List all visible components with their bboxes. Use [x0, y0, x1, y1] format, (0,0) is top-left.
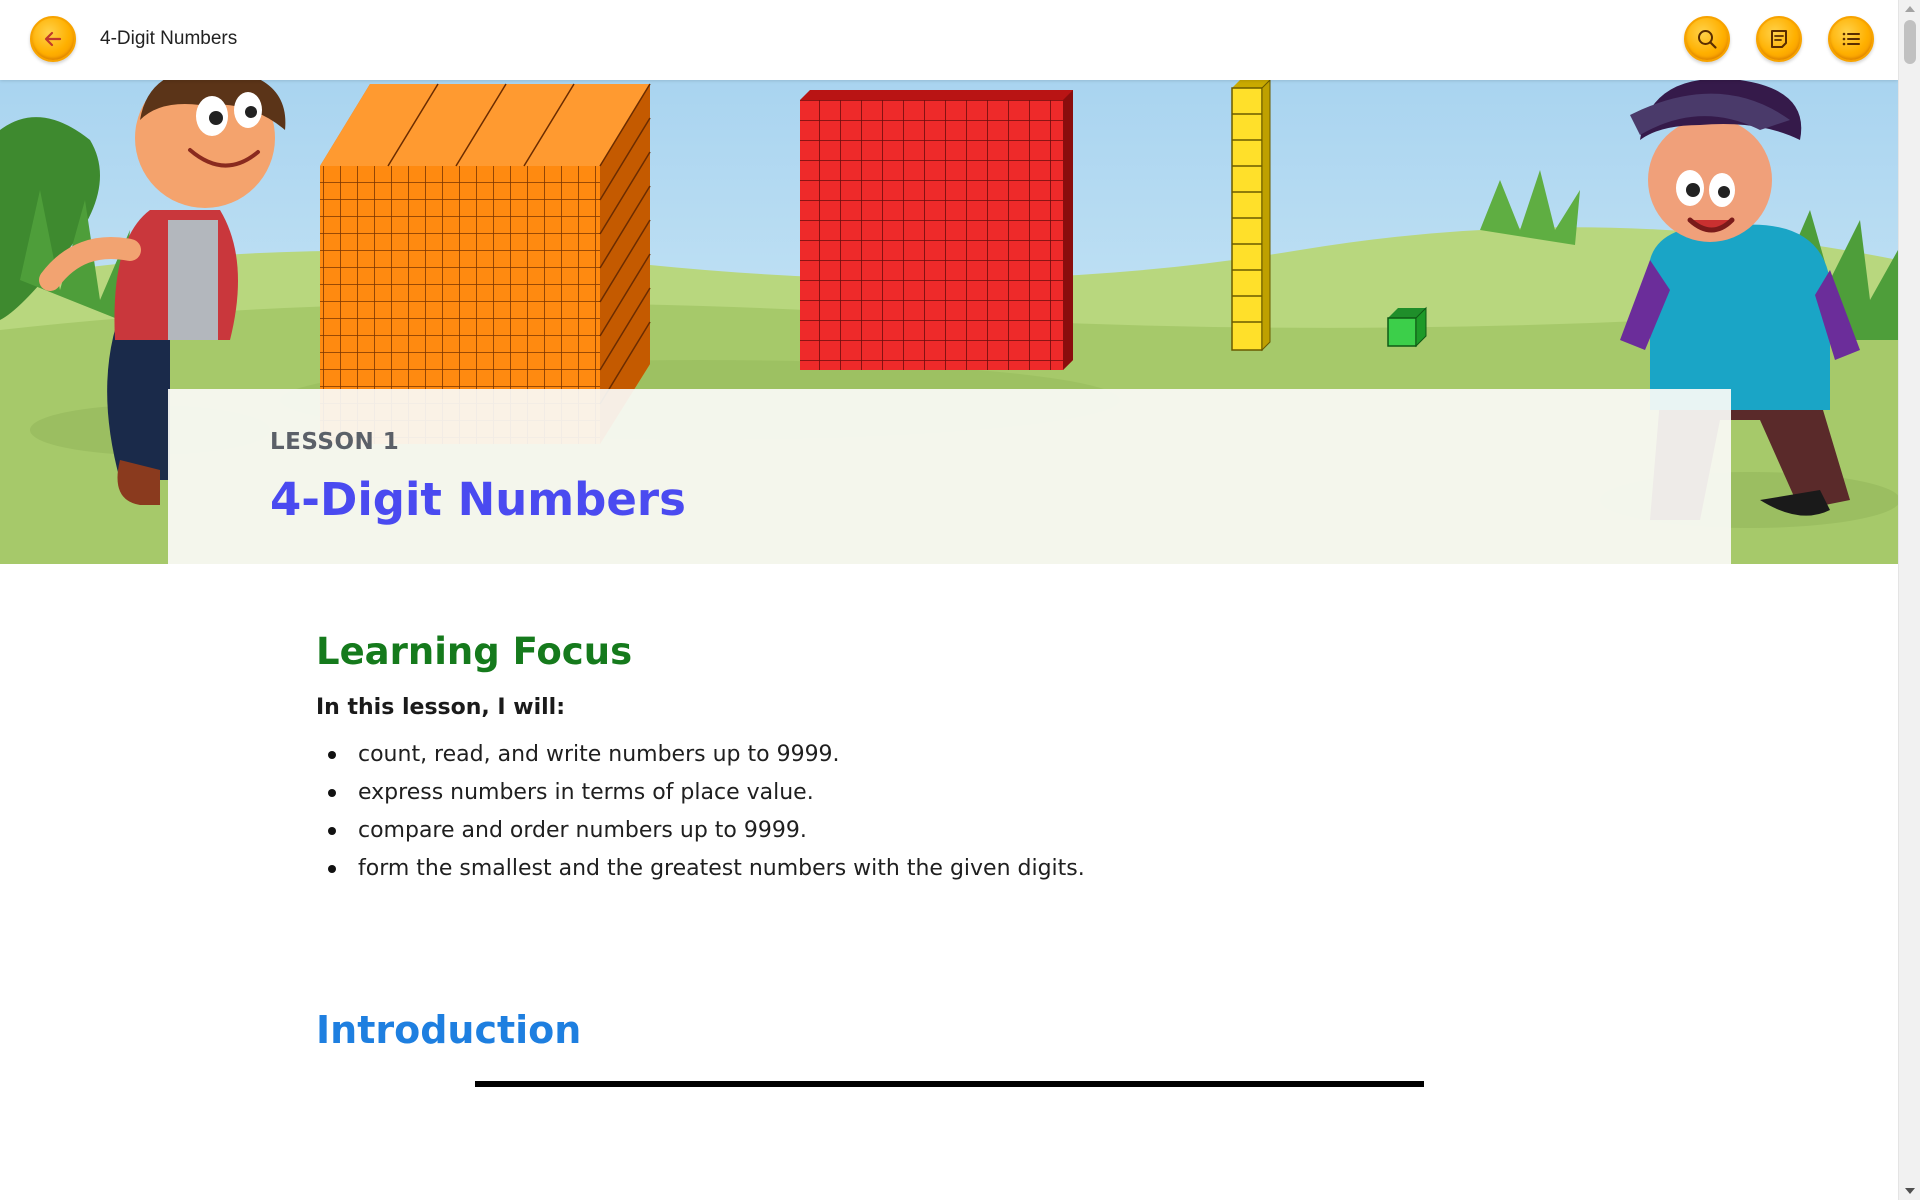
section-divider	[475, 1081, 1424, 1087]
lesson-title: 4-Digit Numbers	[270, 473, 686, 526]
scroll-thumb[interactable]	[1904, 20, 1916, 64]
learning-focus-list: count, read, and write numbers up to 999…	[316, 736, 1616, 888]
introduction-heading: Introduction	[316, 1008, 582, 1052]
search-icon	[1698, 30, 1717, 49]
notes-button[interactable]	[1756, 16, 1802, 62]
page-title: 4-Digit Numbers	[100, 28, 238, 49]
list-item: compare and order numbers up to 9999.	[328, 812, 1616, 850]
lesson-number: LESSON 1	[270, 429, 400, 455]
list-item: form the smallest and the greatest numbe…	[328, 850, 1616, 888]
list-icon	[1842, 32, 1860, 46]
back-button[interactable]	[30, 16, 76, 62]
list-item: count, read, and write numbers up to 999…	[328, 736, 1616, 774]
table-of-contents-button[interactable]	[1828, 16, 1874, 62]
lesson-header-card: LESSON 1 4-Digit Numbers	[168, 389, 1731, 564]
scroll-up-icon[interactable]	[1905, 6, 1915, 12]
learning-focus-heading: Learning Focus	[316, 630, 633, 673]
page-scrollbar[interactable]	[1898, 0, 1920, 1200]
top-bar: 4-Digit Numbers	[0, 0, 1898, 80]
list-item: express numbers in terms of place value.	[328, 774, 1616, 812]
learning-focus-intro: In this lesson, I will:	[316, 695, 566, 720]
arrow-left-icon	[44, 31, 62, 47]
search-button[interactable]	[1684, 16, 1730, 62]
learning-focus-section: Learning Focus In this lesson, I will: c…	[316, 630, 1616, 888]
scroll-down-icon[interactable]	[1905, 1188, 1915, 1194]
notes-icon	[1771, 30, 1787, 48]
